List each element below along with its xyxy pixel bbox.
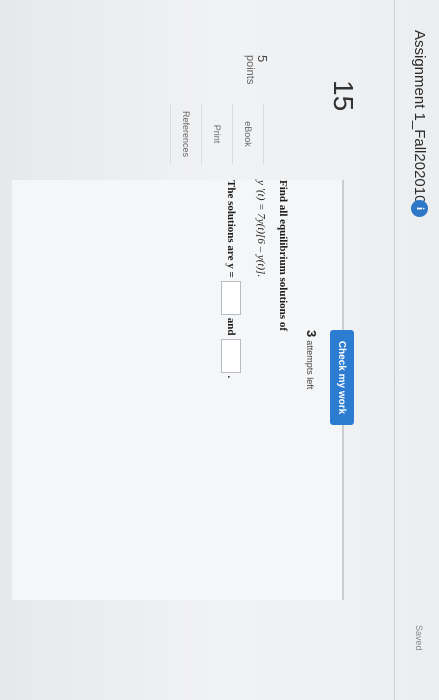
sidebar-item-ebook[interactable]: eBook	[232, 104, 264, 164]
top-bar: Assignment 1_Fall202010 i Saved	[394, 0, 439, 700]
assignment-title: Assignment 1_Fall202010	[411, 30, 428, 204]
answer-prefix: The solutions are y =	[225, 180, 237, 278]
points-label: points	[244, 55, 256, 85]
answer-row: The solutions are y = and .	[221, 180, 241, 378]
points-info: 5 points	[243, 55, 270, 85]
question-number: 15	[328, 80, 359, 112]
answer-input-1[interactable]	[221, 280, 241, 315]
answer-input-2[interactable]	[221, 338, 241, 373]
problem-equation: y '(t) = 7y(t)[6 – y(t)].	[255, 180, 267, 278]
problem-prompt: Find all equilibrium solutions of	[277, 180, 289, 331]
points-value: 5	[255, 55, 270, 63]
attempts-count: 3	[304, 330, 319, 338]
problem-body: Find all equilibrium solutions of y '(t)…	[221, 180, 289, 378]
check-my-work-button[interactable]: Check my work	[330, 330, 354, 425]
sidebar-nav: eBook Print References	[170, 104, 264, 164]
question-panel	[12, 180, 344, 600]
attempts-label: attempts left	[305, 340, 315, 390]
answer-suffix: .	[225, 375, 237, 379]
sidebar-item-print[interactable]: Print	[201, 104, 232, 164]
attempts-left: 3 attempts left	[304, 330, 319, 389]
info-icon[interactable]: i	[411, 200, 428, 217]
saved-status: Saved	[414, 625, 424, 651]
answer-joiner: and	[225, 317, 237, 336]
sidebar-item-references[interactable]: References	[170, 104, 201, 164]
app-window: Assignment 1_Fall202010 i Saved 15 5 poi…	[0, 0, 439, 700]
